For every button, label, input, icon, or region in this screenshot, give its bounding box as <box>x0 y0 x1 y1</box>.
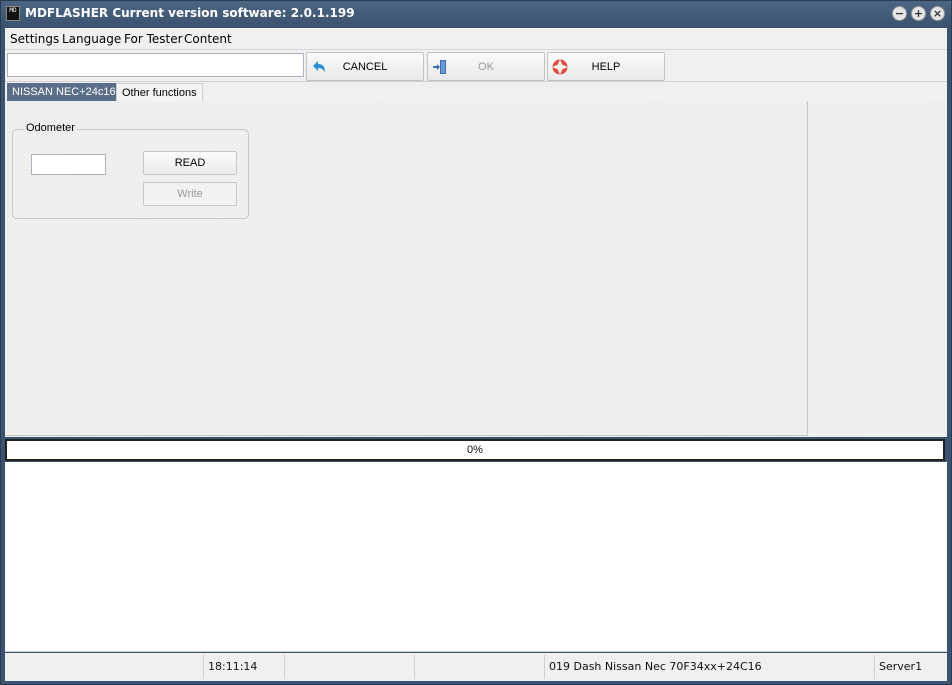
toolbar: CANCEL OK HELP <box>5 49 947 82</box>
odometer-group-title: Odometer <box>24 122 77 134</box>
maximize-button[interactable]: + <box>911 6 926 21</box>
menu-bar: Settings Language For Tester Content <box>5 28 947 49</box>
status-cell-4 <box>415 655 545 679</box>
menu-language[interactable]: Language <box>62 32 121 46</box>
title-bar[interactable]: MD MDFLASHER Current version software: 2… <box>1 1 951 27</box>
close-button[interactable]: × <box>930 6 945 21</box>
status-server: Server1 <box>879 660 923 673</box>
ok-button[interactable]: OK <box>427 52 545 81</box>
tab-nissan-nec[interactable]: NISSAN NEC+24c16 <box>7 83 121 102</box>
window-title: MDFLASHER Current version software: 2.0.… <box>25 6 355 20</box>
progress-bar: 0% <box>5 439 945 461</box>
log-area[interactable] <box>5 462 947 652</box>
read-button[interactable]: READ <box>143 151 237 175</box>
menu-for-tester[interactable]: For Tester <box>124 32 183 46</box>
function-panel: Odometer READ Write <box>5 101 808 436</box>
minimize-button[interactable]: − <box>892 6 907 21</box>
menu-content[interactable]: Content <box>184 32 232 46</box>
status-bar: 18:11:14 019 Dash Nissan Nec 70F34xx+24C… <box>5 653 947 681</box>
status-cell-3 <box>285 655 415 679</box>
tab-content: Odometer READ Write <box>5 101 947 437</box>
ok-label: OK <box>478 61 494 73</box>
tab-strip: NISSAN NEC+24c16 Other functions <box>5 82 947 102</box>
status-time: 18:11:14 <box>204 655 285 679</box>
cancel-label: CANCEL <box>342 61 388 73</box>
app-logo-icon: MD <box>6 6 20 21</box>
help-label: HELP <box>591 61 621 73</box>
write-button[interactable]: Write <box>143 182 237 206</box>
app-window: MD MDFLASHER Current version software: 2… <box>0 0 952 685</box>
help-button[interactable]: HELP <box>547 52 665 81</box>
progress-text: 0% <box>467 444 483 456</box>
menu-settings[interactable]: Settings <box>10 32 59 46</box>
odometer-input[interactable] <box>31 154 106 175</box>
path-input[interactable] <box>7 53 304 77</box>
cancel-button[interactable]: CANCEL <box>306 52 424 81</box>
odometer-group: Odometer READ Write <box>12 122 249 219</box>
tab-other-functions[interactable]: Other functions <box>116 83 203 102</box>
status-device: 019 Dash Nissan Nec 70F34xx+24C16 <box>545 655 875 679</box>
status-cell-1 <box>5 655 204 679</box>
